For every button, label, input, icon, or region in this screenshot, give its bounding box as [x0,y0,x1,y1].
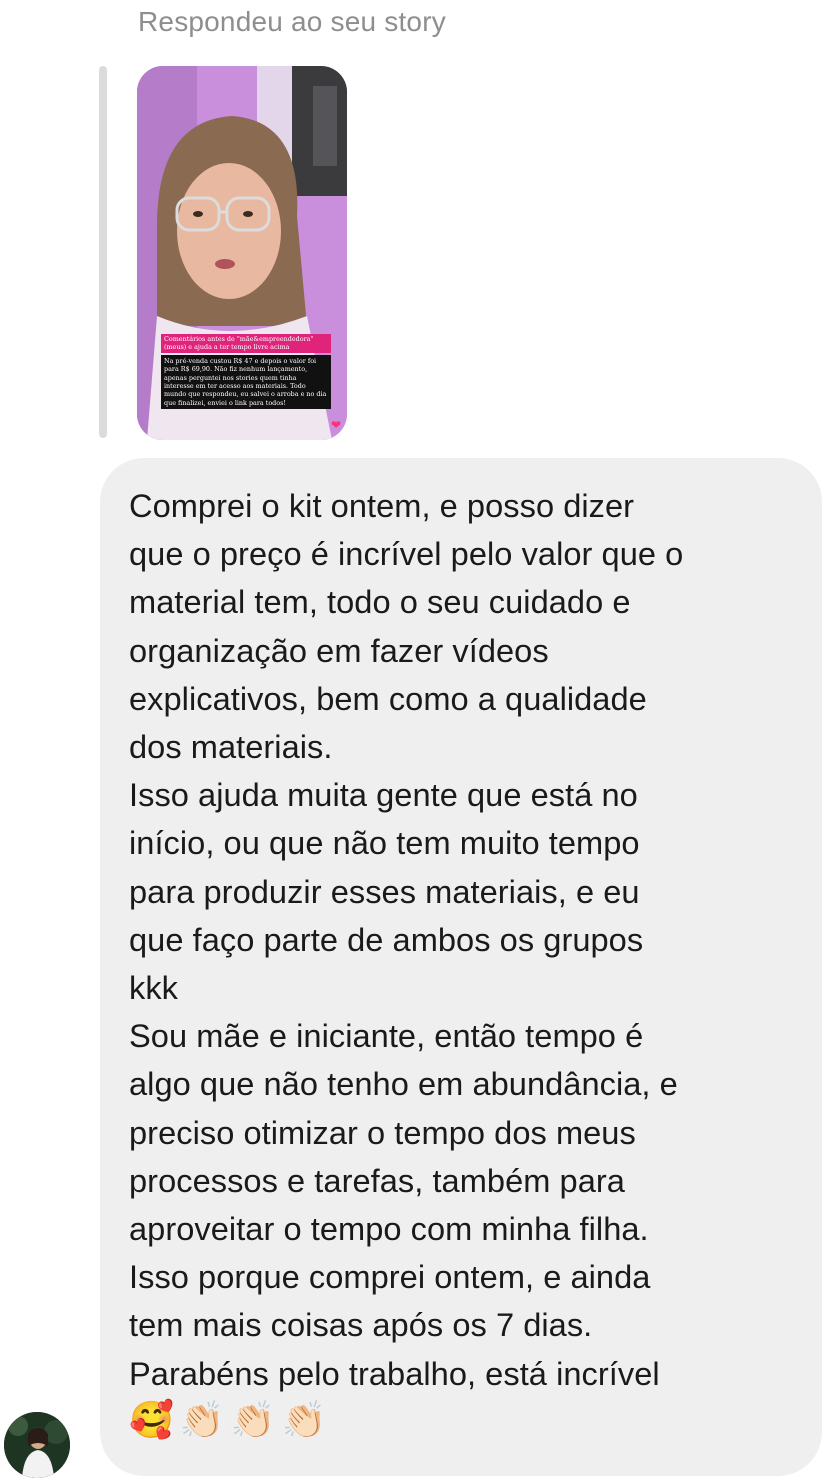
user-avatar-icon [4,1412,70,1478]
message-line: aproveitar o tempo com minha filha. [129,1210,649,1248]
story-thumbnail[interactable]: Comentários antes de "mãe&empreendedora"… [137,66,347,440]
message-line: kkk [129,969,179,1007]
avatar[interactable] [4,1412,70,1478]
message-line: algo que não tenho em abundância, e [129,1065,678,1103]
message-line: que faço parte de ambos os grupos [129,920,644,958]
heart-icon: ❤ [330,418,341,432]
message-emojis: 🥰 👏🏻 👏🏻 👏🏻 [129,1398,792,1442]
message-line: Comprei o kit ontem, e posso dizer [129,487,635,524]
message-line: Isso porque comprei ontem, e ainda [129,1258,651,1296]
message-bubble[interactable]: Comprei o kit ontem, e posso dizer que o … [100,458,822,1476]
message-line: material tem, todo o seu cuidado e [129,583,631,621]
clapping-hands-emoji-icon: 👏🏻 [230,1398,276,1440]
message-line: dos materiais. [129,728,333,766]
story-caption-body: Na pré-venda custou R$ 47 e depois o val… [161,354,331,410]
message-line: preciso otimizar o tempo dos meus [129,1113,636,1151]
dm-thread: Respondeu ao seu story Comentários antes… [0,0,836,1483]
message-line: tem mais coisas após os 7 dias. [129,1306,593,1344]
story-caption: Comentários antes de "mãe&empreendedora"… [161,334,331,410]
clapping-hands-emoji-icon: 👏🏻 [179,1398,225,1440]
message-line: Parabéns pelo trabalho, está incrível [129,1354,660,1392]
message-line: Sou mãe e iniciante, então tempo é [129,1017,644,1055]
clapping-hands-emoji-icon: 👏🏻 [281,1398,327,1440]
message-line: para produzir esses materiais, e eu [129,872,640,910]
smiling-hearts-emoji-icon: 🥰 [129,1398,174,1440]
reply-quote-bar [99,66,107,438]
message-line: processos e tarefas, também para [129,1161,625,1199]
message-line: início, ou que não tem muito tempo [129,824,640,862]
message-line: Isso ajuda muita gente que está no [129,776,638,814]
message-line: que o preço é incrível pelo valor que o [129,535,684,573]
story-caption-highlight: Comentários antes de "mãe&empreendedora"… [161,334,331,353]
message-line: organização em fazer vídeos [129,631,549,669]
message-line: explicativos, bem como a qualidade [129,679,647,717]
message-text: Comprei o kit ontem, e posso dizer que o … [129,482,792,1398]
story-reply-label: Respondeu ao seu story [138,6,446,37]
